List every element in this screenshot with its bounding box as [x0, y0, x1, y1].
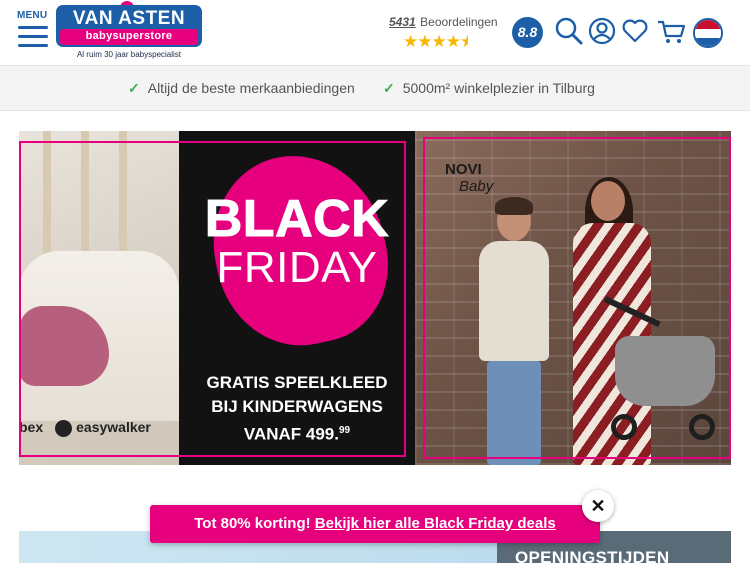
hamburger-icon	[18, 26, 48, 53]
logo-sub-text: babysuperstore	[85, 30, 173, 42]
wishlist-heart-icon[interactable]	[621, 16, 651, 46]
opening-hours-title: OPENINGSTIJDEN	[515, 548, 670, 563]
banner-frame-left	[19, 141, 406, 457]
review-label: Beoordelingen	[420, 15, 498, 29]
hero-banner[interactable]: bex easywalker BLACK FRIDAY GRATIS SPEELK…	[19, 131, 731, 465]
review-rating[interactable]: 5431 Beoordelingen ★★★★★	[389, 13, 509, 53]
usp-bar: ✓ Altijd de beste merkaanbiedingen ✓ 5000m…	[0, 65, 750, 111]
site-logo[interactable]: VAN ASTEN babysuperstore Al ruim 30 jaar…	[56, 1, 202, 63]
site-header: MENU VAN ASTEN babysuperstore Al ruim 30…	[0, 0, 750, 65]
usp-item: ✓ Altijd de beste merkaanbiedingen	[128, 80, 355, 96]
account-icon[interactable]	[588, 16, 618, 46]
search-icon[interactable]	[554, 16, 584, 46]
promo-text: Tot 80% korting!	[194, 515, 311, 532]
logo-tagline: Al ruim 30 jaar babyspecialist	[76, 50, 182, 59]
star-rating-icon: ★★★★★	[403, 32, 468, 51]
menu-label: MENU	[17, 10, 48, 21]
cart-icon[interactable]	[656, 16, 686, 46]
check-icon: ✓	[383, 80, 395, 96]
review-score-badge: 8.8	[512, 17, 543, 48]
language-flag-icon[interactable]	[693, 18, 723, 48]
black-friday-promo-bar: Tot 80% korting! Bekijk hier alle Black …	[150, 505, 600, 543]
logo-brand-text: VAN ASTEN	[72, 8, 186, 29]
check-icon: ✓	[128, 80, 140, 96]
banner-frame-right	[423, 137, 731, 459]
promo-link[interactable]: Bekijk hier alle Black Friday deals	[315, 515, 556, 532]
menu-button[interactable]: MENU	[17, 10, 49, 50]
usp-item: ✓ 5000m² winkelplezier in Tilburg	[383, 80, 595, 96]
page: MENU VAN ASTEN babysuperstore Al ruim 30…	[0, 0, 750, 563]
close-icon[interactable]: ✕	[582, 490, 614, 522]
review-count[interactable]: 5431	[389, 15, 416, 29]
